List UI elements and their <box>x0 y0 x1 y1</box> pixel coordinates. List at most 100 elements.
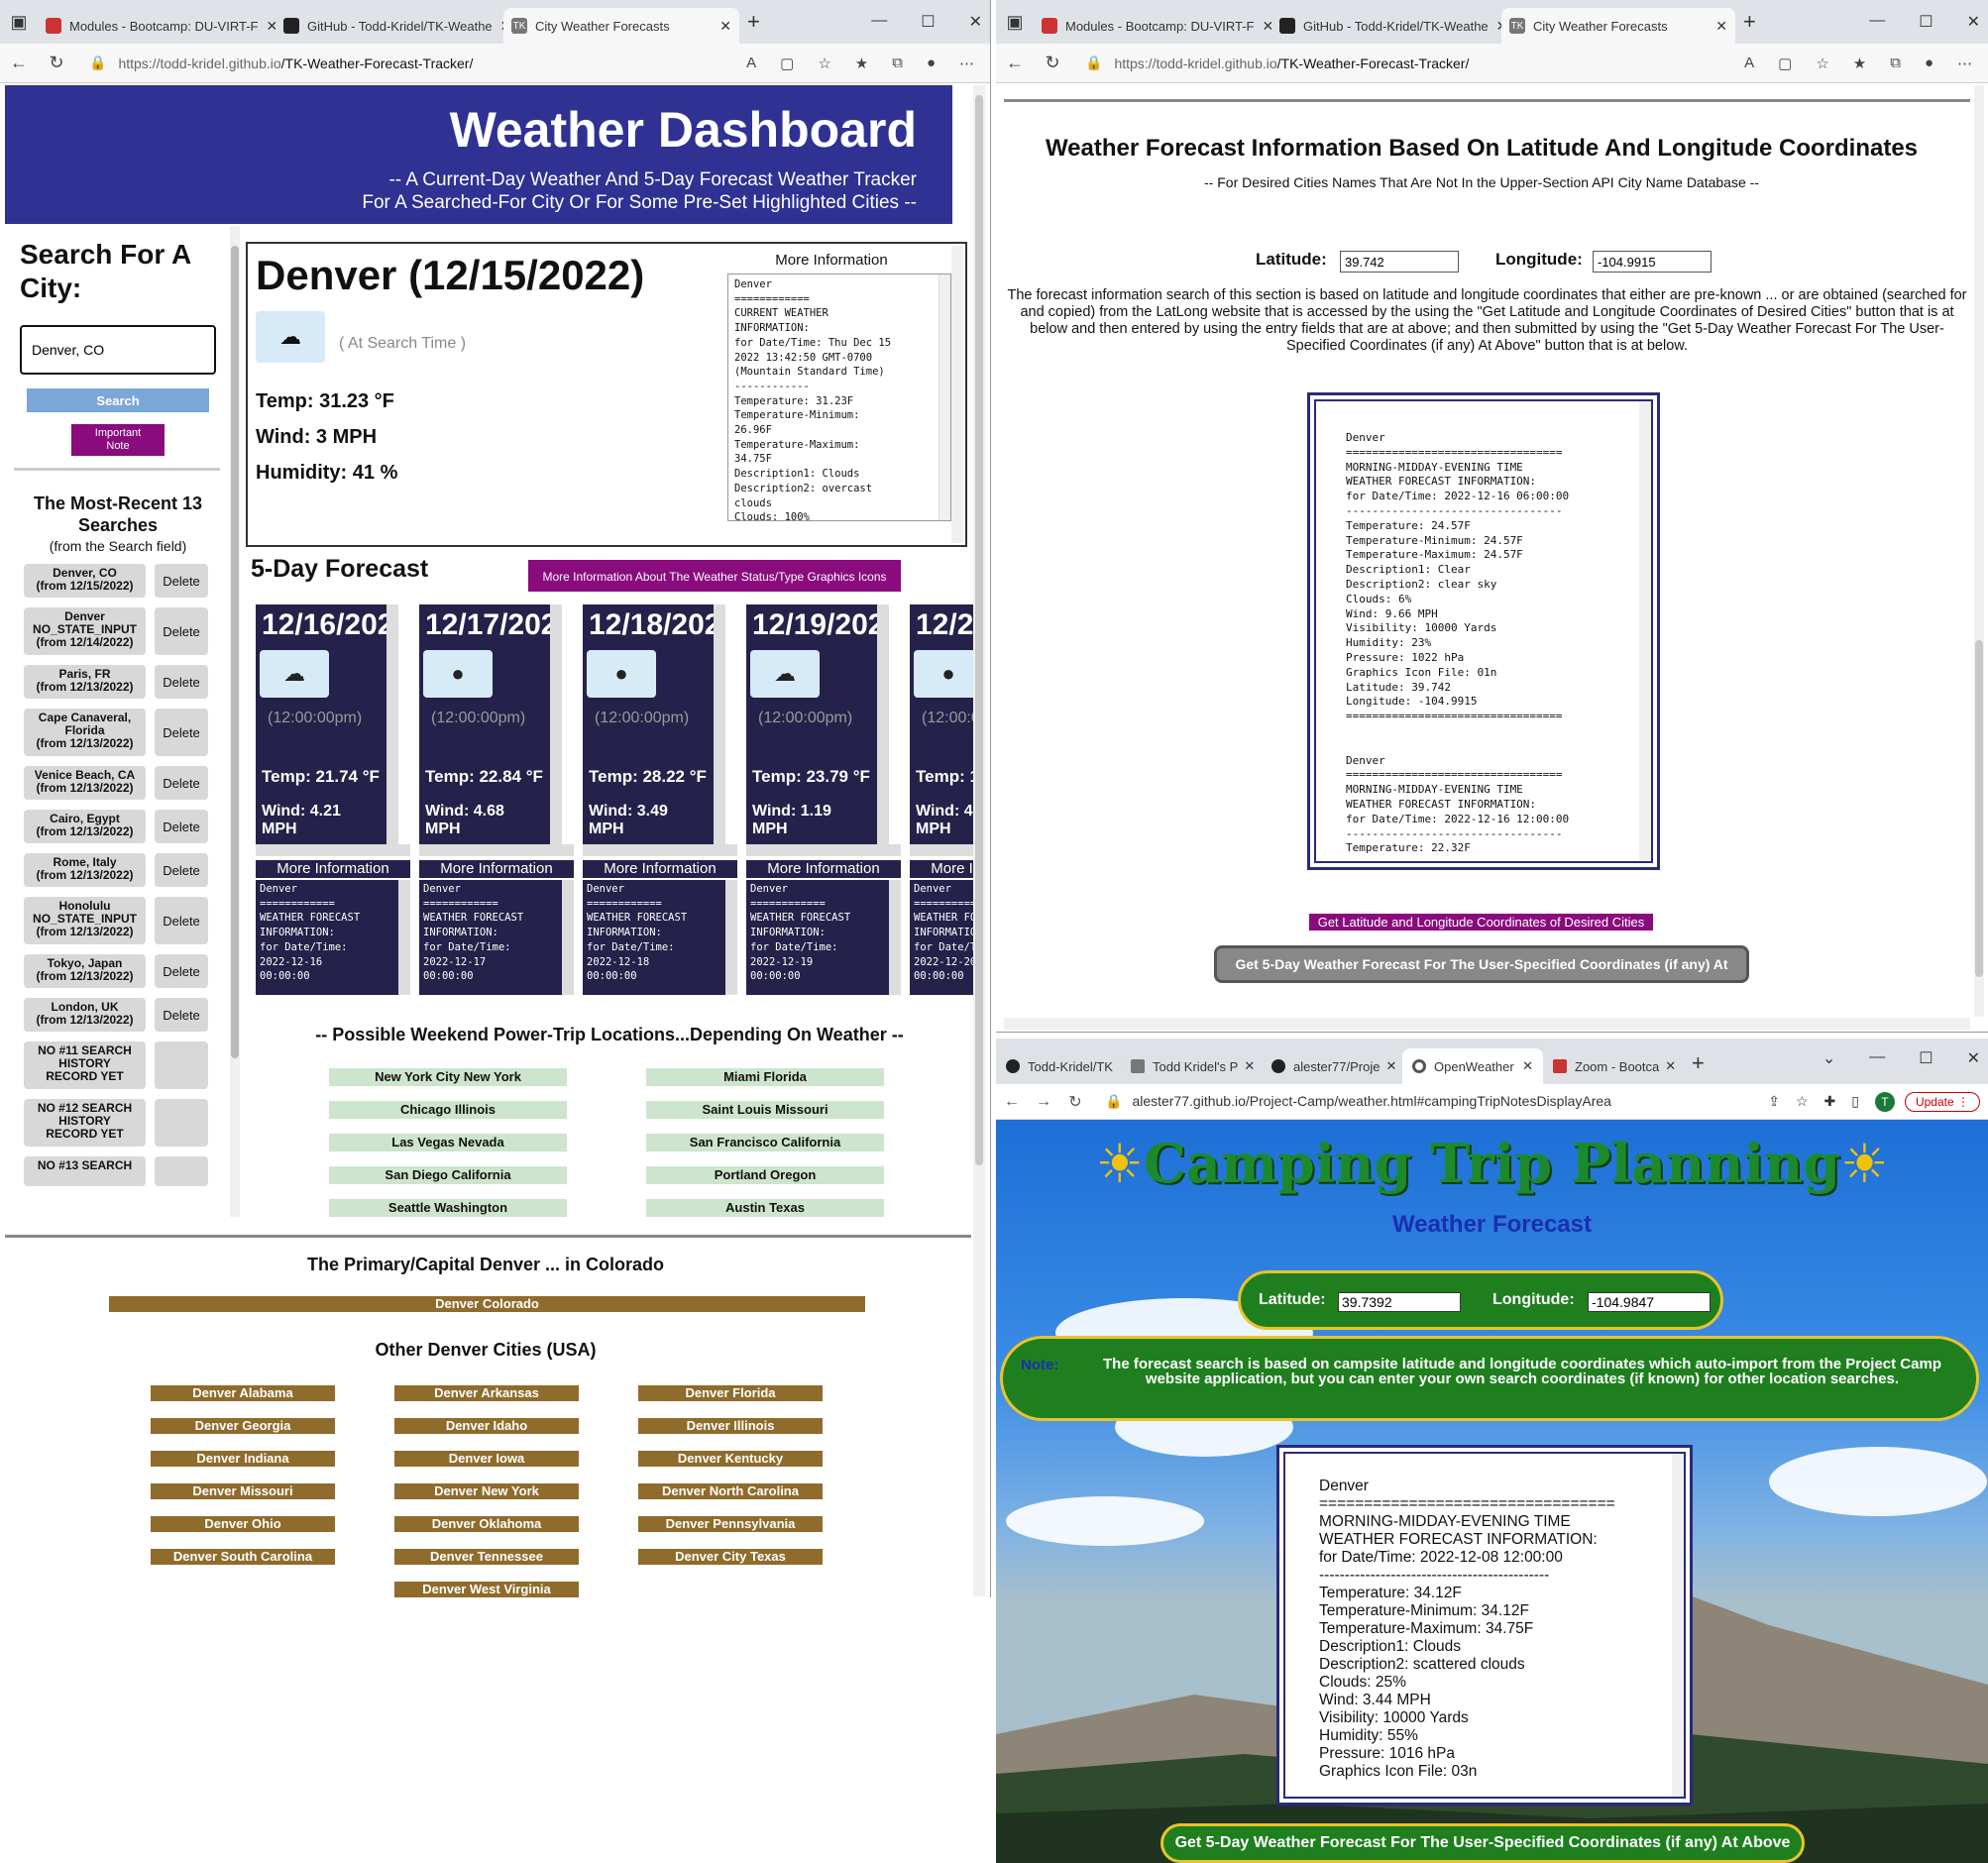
denver-city-button[interactable]: Denver Idaho <box>394 1418 579 1434</box>
menu-icon[interactable]: ⋯ <box>959 55 974 72</box>
history-city-button[interactable]: Tokyo, Japan (from 12/13/2022) <box>24 954 146 988</box>
denver-city-button[interactable]: Denver Pennsylvania <box>638 1516 823 1532</box>
history-city-button[interactable]: Denver, CO (from 12/15/2022) <box>24 564 146 598</box>
tab-openweather[interactable]: OpenWeather ✕ <box>1402 1048 1543 1084</box>
maximize-icon[interactable]: ☐ <box>921 12 935 32</box>
card-scrollbar[interactable] <box>714 604 725 844</box>
history-city-button[interactable]: NO #11 SEARCH HISTORY RECORD YET <box>24 1041 146 1089</box>
card-scrollbar[interactable] <box>387 604 398 844</box>
close-icon[interactable]: ✕ <box>1489 18 1501 35</box>
menu-icon[interactable]: ⋯ <box>1957 55 1972 72</box>
denver-city-button[interactable]: Denver Oklahoma <box>394 1516 579 1532</box>
delete-button[interactable] <box>155 1041 208 1089</box>
card-hscrollbar[interactable] <box>746 844 901 856</box>
favorites-icon[interactable]: ★ <box>855 55 868 72</box>
history-city-button[interactable]: Paris, FR (from 12/13/2022) <box>24 665 146 699</box>
denver-colorado-button[interactable]: Denver Colorado <box>109 1296 865 1312</box>
denver-city-button[interactable]: Denver Iowa <box>394 1451 579 1467</box>
get-forecast-button[interactable]: Get 5-Day Weather Forecast For The User-… <box>1160 1823 1805 1863</box>
powertrip-city-button[interactable]: Chicago Illinois <box>329 1101 567 1119</box>
page-scrollbar[interactable] <box>973 85 985 1596</box>
denver-city-button[interactable]: Denver West Virginia <box>394 1582 579 1597</box>
close-icon[interactable]: ✕ <box>712 18 731 35</box>
delete-button[interactable]: Delete <box>155 998 208 1032</box>
split-icon[interactable]: ▢ <box>780 55 794 72</box>
denver-city-button[interactable]: Denver North Carolina <box>638 1483 823 1499</box>
update-button[interactable]: Update ⋮ <box>1904 1091 1980 1112</box>
refresh-icon[interactable]: ↻ <box>1034 53 1071 73</box>
url-field[interactable]: 🔒 https://todd-kridel.github.io/TK-Weathe… <box>1071 50 1728 77</box>
favorites-icon[interactable]: ★ <box>1853 55 1866 72</box>
share-icon[interactable]: ⇪ <box>1768 1093 1780 1110</box>
read-aloud-icon[interactable]: A <box>1744 55 1754 72</box>
close-icon[interactable]: ✕ <box>493 18 503 35</box>
delete-button[interactable]: Delete <box>155 607 208 655</box>
history-city-button[interactable]: Rome, Italy (from 12/13/2022) <box>24 853 146 887</box>
important-note-button[interactable]: Important Note <box>71 424 165 456</box>
page-scrollbar[interactable] <box>1974 85 1984 1017</box>
delete-button[interactable]: Delete <box>155 564 208 598</box>
close-icon[interactable]: ✕ <box>1380 1058 1396 1074</box>
delete-button[interactable] <box>155 1099 208 1147</box>
forecast-more-textarea[interactable]: Denver ============ WEATHER FORECAST INF… <box>910 880 973 995</box>
denver-city-button[interactable]: Denver South Carolina <box>151 1549 335 1565</box>
tab-actions-icon[interactable]: ▣ <box>996 12 1034 33</box>
delete-button[interactable]: Delete <box>155 810 208 843</box>
back-icon[interactable]: ← <box>996 53 1034 73</box>
textarea-scrollbar[interactable] <box>398 880 410 995</box>
refresh-icon[interactable]: ↻ <box>38 53 75 73</box>
favorite-add-icon[interactable]: ☆ <box>818 55 830 72</box>
delete-button[interactable]: Delete <box>155 665 208 699</box>
history-city-button[interactable]: NO #12 SEARCH HISTORY RECORD YET <box>24 1099 146 1147</box>
textarea-scrollbar[interactable] <box>1639 401 1651 861</box>
bookmark-icon[interactable]: ☆ <box>1796 1093 1809 1110</box>
delete-button[interactable]: Delete <box>155 897 208 944</box>
powertrip-city-button[interactable]: Saint Louis Missouri <box>646 1101 884 1119</box>
powertrip-city-button[interactable]: San Francisco California <box>646 1134 884 1151</box>
history-city-button[interactable]: Honolulu NO_STATE_INPUT (from 12/13/2022) <box>24 897 146 944</box>
textarea-scrollbar[interactable] <box>1672 1454 1684 1797</box>
longitude-input[interactable] <box>1593 251 1712 273</box>
search-button[interactable]: Search <box>27 388 209 412</box>
delete-button[interactable] <box>155 1156 208 1186</box>
card-hscrollbar[interactable] <box>256 844 410 856</box>
forecast-more-textarea[interactable]: Denver ============ WEATHER FORECAST INF… <box>746 880 901 995</box>
sidebar-scrollbar[interactable] <box>230 226 240 1217</box>
card-scrollbar[interactable] <box>550 604 562 844</box>
forecast-more-textarea[interactable]: Denver ============ WEATHER FORECAST INF… <box>583 880 737 995</box>
extensions-icon[interactable]: ✚ <box>1824 1093 1836 1110</box>
textarea-scrollbar[interactable] <box>725 880 737 995</box>
close-window-icon[interactable]: ✕ <box>1967 12 1980 32</box>
collections-icon[interactable]: ⧉ <box>1890 55 1901 72</box>
split-icon[interactable]: ▢ <box>1778 55 1792 72</box>
profile-icon[interactable]: ● <box>927 55 936 72</box>
camping-forecast-textarea[interactable]: Denver =================================… <box>1283 1452 1686 1799</box>
close-window-icon[interactable]: ✕ <box>1967 1048 1980 1068</box>
textarea-scrollbar[interactable] <box>562 880 574 995</box>
maximize-icon[interactable]: ☐ <box>1919 1048 1933 1068</box>
textarea-scrollbar[interactable] <box>889 880 901 995</box>
maximize-icon[interactable]: ☐ <box>1919 12 1933 32</box>
tab-github-tk[interactable]: Todd-Kridel/TK✕ <box>996 1048 1121 1084</box>
minimize-icon[interactable]: — <box>1869 12 1885 32</box>
forecast-more-textarea[interactable]: Denver ============ WEATHER FORECAST INF… <box>419 880 574 995</box>
denver-city-button[interactable]: Denver Florida <box>638 1385 823 1401</box>
card-scrollbar[interactable] <box>877 604 889 844</box>
textarea-scrollbar[interactable] <box>939 274 950 520</box>
denver-city-button[interactable]: Denver New York <box>394 1483 579 1499</box>
more-info-textarea[interactable]: Denver ============ CURRENT WEATHER INFO… <box>727 274 951 521</box>
tab-actions-icon[interactable]: ▣ <box>0 12 38 33</box>
tab-alester[interactable]: alester77/Proje ✕ <box>1262 1048 1402 1084</box>
denver-city-button[interactable]: Denver Tennessee <box>394 1549 579 1565</box>
close-icon[interactable]: ✕ <box>1708 18 1727 35</box>
denver-city-button[interactable]: Denver Kentucky <box>638 1451 823 1467</box>
close-icon[interactable]: ✕ <box>1659 1058 1676 1074</box>
tab-modules[interactable]: Modules - Bootcamp: DU-VIRT-F✕ <box>38 8 276 44</box>
graphics-info-button[interactable]: More Information About The Weather Statu… <box>528 560 901 592</box>
minimize-icon[interactable]: — <box>871 12 887 32</box>
close-window-icon[interactable]: ✕ <box>969 12 982 32</box>
denver-city-button[interactable]: Denver Georgia <box>151 1418 335 1434</box>
forecast-more-textarea[interactable]: Denver ============ WEATHER FORECAST INF… <box>256 880 410 995</box>
url-field[interactable]: 🔒 alester77.github.io/Project-Camp/weathe… <box>1091 1093 1768 1110</box>
tab-todd[interactable]: Todd Kridel's P ✕ <box>1121 1048 1262 1084</box>
